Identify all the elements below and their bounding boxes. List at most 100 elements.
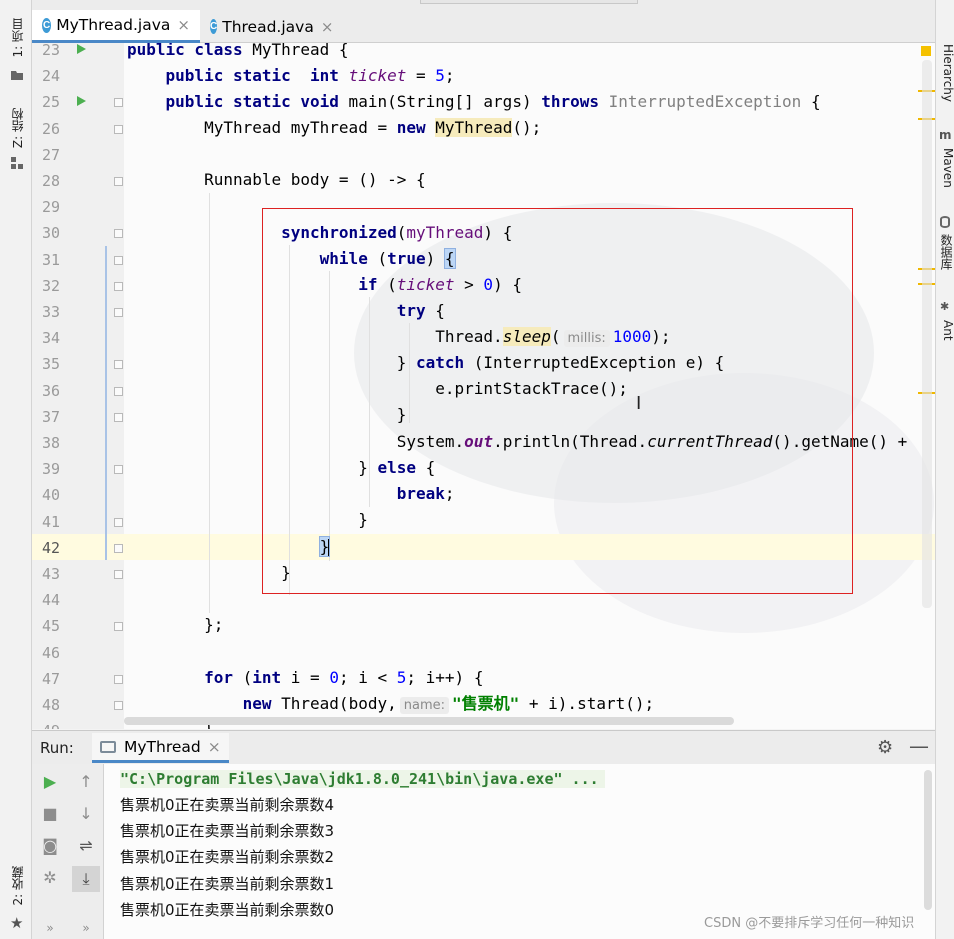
output-line: 售票机0正在卖票当前剩余票数4 xyxy=(120,796,335,814)
run-label: Run: xyxy=(40,739,74,757)
code-line-47: for (int i = 0; i < 5; i++) { xyxy=(204,668,484,687)
tab-mythread-java[interactable]: C MyThread.java × xyxy=(32,10,200,43)
maven-tool-tab[interactable]: Maven xyxy=(939,148,954,188)
run-tab-label: MyThread xyxy=(124,737,201,756)
line-number: 41 xyxy=(41,512,60,531)
structure-icon[interactable] xyxy=(10,156,24,170)
line-number: 35 xyxy=(41,355,60,374)
up-arrow-icon[interactable]: ↑ xyxy=(76,772,96,792)
code-line-48: new Thread(body, name: "售票机" + i).start(); xyxy=(242,694,655,714)
fold-marker[interactable] xyxy=(114,124,123,134)
code-line-39: } else { xyxy=(127,458,436,477)
inspection-status-icon[interactable] xyxy=(921,46,931,56)
fold-marker[interactable] xyxy=(114,98,123,108)
close-icon[interactable]: × xyxy=(177,16,190,34)
soft-wrap-icon[interactable]: ⇌ xyxy=(76,836,96,856)
down-arrow-icon[interactable]: ↓ xyxy=(76,804,96,824)
fold-marker[interactable] xyxy=(114,543,123,553)
run-main-icon[interactable] xyxy=(77,96,86,106)
scroll-to-end-icon[interactable]: ⤓ xyxy=(72,866,100,892)
rerun-icon[interactable]: ▶ xyxy=(40,772,60,792)
line-number: 32 xyxy=(41,276,60,295)
editor-tab-bar: C MyThread.java × C Thread.java × xyxy=(32,0,935,43)
line-number: 47 xyxy=(41,669,60,688)
line-number: 49 xyxy=(32,718,60,729)
line-number: 37 xyxy=(41,407,60,426)
more-icon[interactable]: » xyxy=(40,918,60,938)
gear-icon[interactable]: ⚙ xyxy=(877,737,893,758)
fold-marker[interactable] xyxy=(114,701,123,710)
line-number: 26 xyxy=(41,119,60,138)
background-image xyxy=(554,373,934,633)
java-class-icon: C xyxy=(210,19,218,34)
folder-icon[interactable] xyxy=(10,68,24,82)
line-number: 36 xyxy=(41,381,60,400)
output-line: 售票机0正在卖票当前剩余票数3 xyxy=(120,822,335,840)
run-toolbar: ▶ ↑ ■ ↓ ◙ ⇌ ✲ ⤓ » » xyxy=(32,764,104,939)
param-hint-millis: millis: xyxy=(563,330,610,347)
run-class-icon[interactable] xyxy=(77,44,86,54)
more-icon[interactable]: » xyxy=(76,918,96,938)
code-line-41: } xyxy=(127,510,368,529)
star-icon[interactable]: ★ xyxy=(10,914,23,932)
line-number: 48 xyxy=(41,696,60,714)
fold-marker[interactable] xyxy=(114,622,123,632)
fold-marker[interactable] xyxy=(114,360,123,370)
editor-horizontal-scrollbar[interactable] xyxy=(124,717,734,725)
fold-marker[interactable] xyxy=(114,674,123,684)
hierarchy-tool-tab[interactable]: Hierarchy xyxy=(939,44,954,102)
fold-marker[interactable] xyxy=(114,177,123,186)
close-icon[interactable]: × xyxy=(208,738,221,756)
fold-marker[interactable] xyxy=(114,517,123,527)
text-caret xyxy=(328,538,331,557)
ant-icon: ✱ xyxy=(940,300,950,313)
stop-icon[interactable]: ■ xyxy=(40,804,60,824)
database-tool-tab[interactable]: 数据库 xyxy=(939,234,954,270)
settings-icon[interactable]: ✲ xyxy=(40,868,60,888)
fold-marker[interactable] xyxy=(114,386,123,396)
editor-vertical-scrollbar[interactable] xyxy=(922,60,932,608)
code-line-35: } catch (InterruptedException e) { xyxy=(127,353,725,372)
fold-marker[interactable] xyxy=(114,465,123,475)
code-line-36: e.printStackTrace(); xyxy=(127,379,628,398)
line-number: 30 xyxy=(41,224,60,243)
favorites-tool-tab[interactable]: 2: 收藏 xyxy=(9,866,25,906)
console-scrollbar[interactable] xyxy=(924,770,932,910)
command-line: "C:\Program Files\Java\jdk1.8.0_241\bin\… xyxy=(120,766,605,792)
line-number: 39 xyxy=(41,460,60,479)
tab-thread-java[interactable]: C Thread.java × xyxy=(200,10,342,43)
ant-tool-tab[interactable]: Ant xyxy=(939,320,954,341)
run-tab-mythread[interactable]: MyThread × xyxy=(92,733,229,763)
code-line-30: synchronized(myThread) { xyxy=(281,223,513,242)
line-number: 23 xyxy=(41,43,60,59)
camera-icon[interactable]: ◙ xyxy=(40,836,60,856)
output-line: 售票机0正在卖票当前剩余票数1 xyxy=(120,875,335,893)
code-line-45: }; xyxy=(127,615,224,634)
code-line-32: if (ticket > 0) { xyxy=(358,275,522,294)
line-number: 45 xyxy=(41,617,60,636)
line-number: 43 xyxy=(41,565,60,583)
project-tool-tab[interactable]: 1: 项目 xyxy=(9,18,25,58)
tab-label: MyThread.java xyxy=(56,16,171,34)
fold-marker[interactable] xyxy=(114,412,123,422)
fold-marker[interactable] xyxy=(114,281,123,291)
code-line-37: } xyxy=(127,405,407,424)
close-icon[interactable]: × xyxy=(321,18,334,36)
line-number: 27 xyxy=(41,145,60,164)
fold-marker[interactable] xyxy=(114,229,123,239)
fold-marker[interactable] xyxy=(114,308,123,317)
structure-tool-tab[interactable]: Z: 结构 xyxy=(9,108,25,148)
run-panel-header: Run: MyThread × ⚙ — xyxy=(32,730,935,764)
minimize-icon[interactable]: — xyxy=(909,734,929,758)
code-line-34: Thread.sleep(millis: 1000); xyxy=(127,327,671,347)
fold-marker[interactable] xyxy=(114,255,123,265)
fold-marker[interactable] xyxy=(114,570,123,579)
right-tool-strip: Hierarchy m Maven 数据库 ✱ Ant xyxy=(935,0,954,939)
code-editor[interactable]: public class MyThread { public static in… xyxy=(124,43,935,729)
csdn-watermark: CSDN @不要排斥学习任何一种知识 xyxy=(704,916,915,931)
editor-gutter: 23 24 25 26 27 28 29 30 31 32 33 34 35 36 37 38 39 40 41 42… xyxy=(32,43,124,729)
param-hint-name: name: xyxy=(399,697,449,714)
code-line-40: break; xyxy=(396,484,455,503)
code-line-42: } xyxy=(318,536,331,557)
change-marker xyxy=(105,246,107,560)
